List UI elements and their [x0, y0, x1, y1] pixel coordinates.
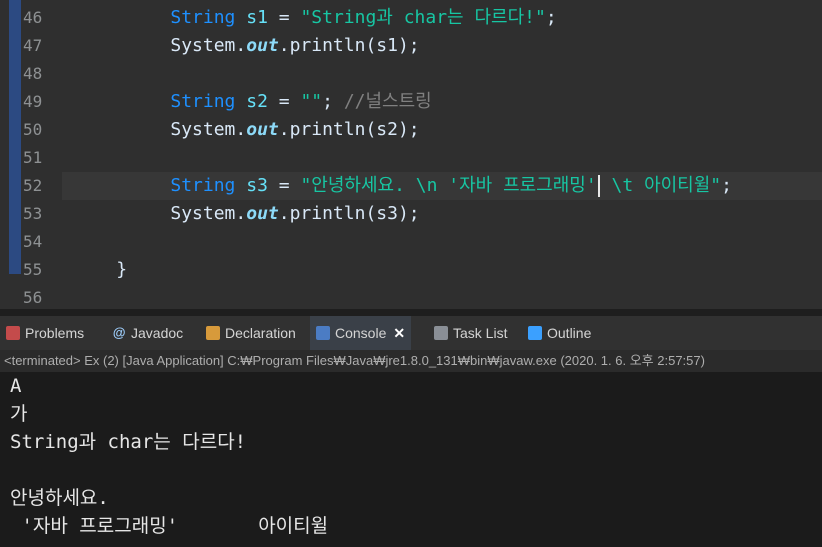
console-line: A [10, 375, 22, 397]
declaration-icon [206, 326, 220, 341]
code-line-46[interactable]: String s1 = "String과 char는 다르다!"; [62, 4, 557, 32]
line-number: 56 [23, 288, 43, 307]
println-call: .println(s3); [278, 203, 420, 224]
closing-brace: } [116, 259, 128, 280]
line-number: 51 [23, 148, 43, 167]
string-literal-part-2: \t 아이티윌" [600, 175, 722, 196]
line-number: 54 [23, 232, 43, 251]
tab-javadoc[interactable]: @ Javadoc [112, 316, 184, 350]
system-ref: System. [170, 35, 247, 56]
problems-icon [6, 326, 20, 341]
type-keyword: String [170, 7, 236, 28]
tab-problems[interactable]: Problems [6, 316, 84, 350]
console-status-line: <terminated> Ex (2) [Java Application] C… [0, 350, 822, 372]
assign-op: = [267, 7, 301, 28]
console-line: '자바 프로그래밍' 아이티윌 [10, 515, 329, 537]
tab-declaration[interactable]: Declaration [206, 316, 296, 350]
line-number: 49 [23, 92, 43, 111]
console-line: 가 [10, 403, 28, 425]
line-number: 52 [23, 176, 43, 195]
type-keyword: String [170, 91, 236, 112]
tab-console[interactable]: Console ✕ [310, 316, 412, 350]
out-field: out [246, 203, 279, 224]
line-number: 47 [23, 36, 43, 55]
assign-op: = [267, 175, 301, 196]
tab-label: Declaration [225, 325, 296, 341]
console-icon [316, 326, 330, 341]
semicolon: ; [721, 175, 732, 196]
code-editor[interactable]: 46 47 48 49 50 51 52 53 54 55 56 String … [0, 0, 822, 309]
line-number: 50 [23, 120, 43, 139]
semicolon: ; [322, 91, 344, 112]
outline-icon [528, 326, 542, 341]
assign-op: = [267, 91, 301, 112]
line-number: 53 [23, 204, 43, 223]
code-line-50[interactable]: System.out.println(s2); [62, 116, 420, 144]
tab-label: Console [335, 325, 387, 341]
semicolon: ; [545, 7, 557, 28]
code-line-55[interactable]: } [62, 256, 127, 284]
line-number: 48 [23, 64, 43, 83]
variable-name: s1 [246, 7, 268, 28]
console-output[interactable]: A 가 String과 char는 다르다! 안녕하세요. '자바 프로그래밍'… [0, 372, 822, 547]
out-field: out [246, 35, 279, 56]
javadoc-icon: @ [112, 325, 126, 341]
text-cursor [597, 175, 600, 197]
line-number: 55 [23, 260, 43, 279]
tab-label: Task List [453, 325, 508, 341]
line-number-gutter: 46 47 48 49 50 51 52 53 54 55 56 [0, 0, 60, 309]
type-keyword: String [170, 175, 236, 196]
string-literal-part-1: "안녕하세요. \n '자바 프로그래밍' [300, 175, 597, 196]
change-ruler-bar [9, 0, 21, 274]
system-ref: System. [170, 203, 247, 224]
println-call: .println(s2); [278, 119, 420, 140]
console-line: String과 char는 다르다! [10, 431, 247, 453]
tab-label: Outline [547, 325, 592, 341]
code-line-52-current[interactable]: String s3 = "안녕하세요. \n '자바 프로그래밍' \t 아이티… [62, 172, 822, 200]
string-literal: "" [300, 91, 323, 112]
system-ref: System. [170, 119, 247, 140]
panel-divider[interactable] [0, 309, 822, 316]
variable-name: s3 [246, 175, 268, 196]
line-comment: //널스트링 [343, 91, 432, 112]
close-icon[interactable]: ✕ [393, 325, 405, 341]
variable-name: s2 [246, 91, 268, 112]
code-line-47[interactable]: System.out.println(s1); [62, 32, 420, 60]
tab-label: Javadoc [131, 325, 184, 341]
task-list-icon [434, 326, 448, 341]
code-line-49[interactable]: String s2 = ""; //널스트링 [62, 88, 432, 116]
println-call: .println(s1); [278, 35, 420, 56]
code-line-53[interactable]: System.out.println(s3); [62, 200, 420, 228]
string-literal: "String과 char는 다르다!" [300, 7, 546, 28]
tab-label: Problems [25, 325, 85, 341]
out-field: out [246, 119, 279, 140]
console-line: 안녕하세요. [10, 487, 109, 509]
line-number: 46 [23, 8, 43, 27]
view-tab-bar: Problems @ Javadoc Declaration Console ✕ T… [0, 316, 822, 350]
tab-outline[interactable]: Outline [528, 316, 591, 350]
tab-task-list[interactable]: Task List [434, 316, 507, 350]
